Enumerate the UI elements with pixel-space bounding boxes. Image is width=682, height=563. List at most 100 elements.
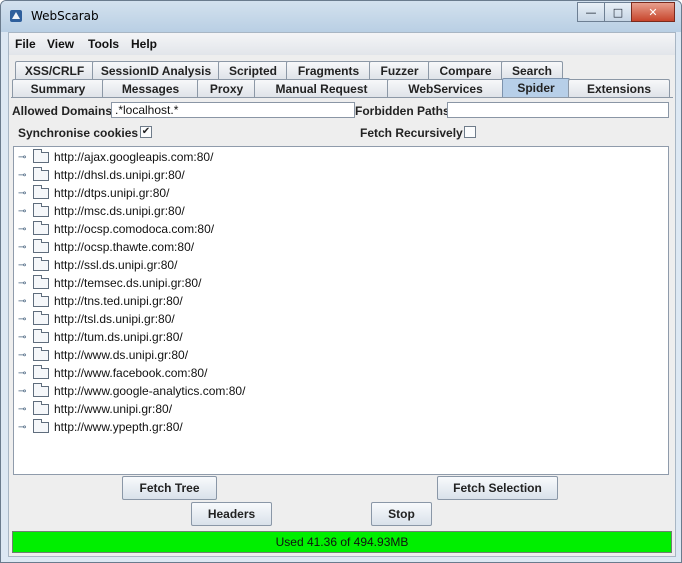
expand-handle-icon[interactable]: ⊸ <box>18 386 31 397</box>
tree-row[interactable]: ⊸ http://tns.ted.unipi.gr:80/ <box>18 292 183 310</box>
tree-row[interactable]: ⊸ http://www.unipi.gr:80/ <box>18 400 172 418</box>
expand-handle-icon[interactable]: ⊸ <box>18 242 31 253</box>
sync-cookies-label: Synchronise cookies <box>18 126 139 140</box>
tree-row-label: http://msc.ds.unipi.gr:80/ <box>54 204 185 218</box>
menu-file[interactable]: File <box>15 37 36 51</box>
folder-icon <box>33 364 49 379</box>
expand-handle-icon[interactable]: ⊸ <box>18 332 31 343</box>
tree-row[interactable]: ⊸ http://tum.ds.unipi.gr:80/ <box>18 328 183 346</box>
sync-cookies-checkbox[interactable]: ✔ <box>140 126 152 138</box>
tree-row[interactable]: ⊸ http://ajax.googleapis.com:80/ <box>18 148 213 166</box>
memory-usage-bar[interactable]: Used 41.36 of 494.93MB <box>12 531 672 553</box>
tree-row-label: http://tns.ted.unipi.gr:80/ <box>54 294 183 308</box>
headers-button[interactable]: Headers <box>191 502 272 526</box>
tree-row[interactable]: ⊸ http://dhsl.ds.unipi.gr:80/ <box>18 166 185 184</box>
tab-scripted[interactable]: Scripted <box>218 61 288 79</box>
tree-row[interactable]: ⊸ http://www.google-analytics.com:80/ <box>18 382 245 400</box>
tab-extensions[interactable]: Extensions <box>568 79 670 97</box>
expand-handle-icon[interactable]: ⊸ <box>18 278 31 289</box>
fetch-tree-button[interactable]: Fetch Tree <box>122 476 217 500</box>
title-bar[interactable]: WebScarab — □ ✕ <box>1 1 681 32</box>
tree-row-label: http://www.google-analytics.com:80/ <box>54 384 246 398</box>
expand-handle-icon[interactable]: ⊸ <box>18 188 31 199</box>
tree-row-label: http://temsec.ds.unipi.gr:80/ <box>54 276 202 290</box>
folder-icon <box>33 238 49 253</box>
tab-search[interactable]: Search <box>501 61 563 79</box>
folder-icon <box>33 328 49 343</box>
menu-help[interactable]: Help <box>131 37 157 51</box>
tab-webservices[interactable]: WebServices <box>387 79 504 97</box>
tab-fragments[interactable]: Fragments <box>286 61 371 79</box>
tree-row-label: http://www.facebook.com:80/ <box>54 366 208 380</box>
site-tree[interactable]: ⊸ http://ajax.googleapis.com:80/ ⊸ http://… <box>13 146 669 475</box>
tab-fuzzer[interactable]: Fuzzer <box>369 61 430 79</box>
folder-icon <box>33 346 49 361</box>
fetch-recursively-label: Fetch Recursively <box>360 126 463 140</box>
stop-button[interactable]: Stop <box>371 502 432 526</box>
folder-icon <box>33 220 49 235</box>
tab-proxy[interactable]: Proxy <box>197 79 256 97</box>
window-title: WebScarab <box>31 9 99 23</box>
tab-manual-request[interactable]: Manual Request <box>254 79 389 97</box>
folder-icon <box>33 166 49 181</box>
close-button[interactable]: ✕ <box>631 2 675 22</box>
tab-compare[interactable]: Compare <box>428 61 503 79</box>
menu-tools[interactable]: Tools <box>88 37 119 51</box>
folder-icon <box>33 418 49 433</box>
tree-row-label: http://tum.ds.unipi.gr:80/ <box>54 330 183 344</box>
folder-icon <box>33 148 49 163</box>
expand-handle-icon[interactable]: ⊸ <box>18 224 31 235</box>
expand-handle-icon[interactable]: ⊸ <box>18 170 31 181</box>
expand-handle-icon[interactable]: ⊸ <box>18 260 31 271</box>
tree-row[interactable]: ⊸ http://msc.ds.unipi.gr:80/ <box>18 202 185 220</box>
expand-handle-icon[interactable]: ⊸ <box>18 422 31 433</box>
tab-spider[interactable]: Spider <box>502 78 570 97</box>
tree-row-label: http://dtps.unipi.gr:80/ <box>54 186 170 200</box>
tab-summary[interactable]: Summary <box>12 79 104 97</box>
tree-row[interactable]: ⊸ http://tsl.ds.unipi.gr:80/ <box>18 310 175 328</box>
tree-row-label: http://www.ds.unipi.gr:80/ <box>54 348 189 362</box>
fetch-recursively-checkbox[interactable] <box>464 126 476 138</box>
expand-handle-icon[interactable]: ⊸ <box>18 314 31 325</box>
tab-xss-crlf[interactable]: XSS/CRLF <box>15 61 94 79</box>
tree-row[interactable]: ⊸ http://temsec.ds.unipi.gr:80/ <box>18 274 201 292</box>
tree-row-label: http://ocsp.thawte.com:80/ <box>54 240 195 254</box>
expand-handle-icon[interactable]: ⊸ <box>18 296 31 307</box>
allowed-domains-label: Allowed Domains <box>12 104 113 118</box>
folder-icon <box>33 184 49 199</box>
maximize-button[interactable]: □ <box>604 2 632 22</box>
tab-messages[interactable]: Messages <box>102 79 199 97</box>
tree-row[interactable]: ⊸ http://ocsp.comodoca.com:80/ <box>18 220 214 238</box>
tree-row-label: http://ssl.ds.unipi.gr:80/ <box>54 258 178 272</box>
expand-handle-icon[interactable]: ⊸ <box>18 152 31 163</box>
allowed-domains-field[interactable]: .*localhost.* <box>111 102 355 118</box>
tree-row[interactable]: ⊸ http://dtps.unipi.gr:80/ <box>18 184 169 202</box>
forbidden-paths-label: Forbidden Paths <box>355 104 450 118</box>
tab-sessionid-analysis[interactable]: SessionID Analysis <box>92 61 220 79</box>
folder-icon <box>33 382 49 397</box>
forbidden-paths-field[interactable] <box>447 102 669 118</box>
tree-row-label: http://dhsl.ds.unipi.gr:80/ <box>54 168 185 182</box>
tree-row-label: http://www.ypepth.gr:80/ <box>54 420 183 434</box>
folder-icon <box>33 274 49 289</box>
tree-row[interactable]: ⊸ http://ocsp.thawte.com:80/ <box>18 238 194 256</box>
expand-handle-icon[interactable]: ⊸ <box>18 368 31 379</box>
expand-handle-icon[interactable]: ⊸ <box>18 350 31 361</box>
expand-handle-icon[interactable]: ⊸ <box>18 206 31 217</box>
menu-view[interactable]: View <box>47 37 74 51</box>
folder-icon <box>33 202 49 217</box>
tree-row[interactable]: ⊸ http://www.ds.unipi.gr:80/ <box>18 346 188 364</box>
menu-bar: File View Tools Help <box>9 33 675 55</box>
tree-row-label: http://ocsp.comodoca.com:80/ <box>54 222 215 236</box>
folder-icon <box>33 400 49 415</box>
tree-row[interactable]: ⊸ http://www.ypepth.gr:80/ <box>18 418 183 436</box>
tree-row-label: http://ajax.googleapis.com:80/ <box>54 150 214 164</box>
folder-icon <box>33 292 49 307</box>
fetch-selection-button[interactable]: Fetch Selection <box>437 476 558 500</box>
tree-row[interactable]: ⊸ http://ssl.ds.unipi.gr:80/ <box>18 256 177 274</box>
minimize-button[interactable]: — <box>577 2 605 22</box>
webscarab-icon <box>9 9 23 23</box>
tab-divider <box>11 97 673 98</box>
expand-handle-icon[interactable]: ⊸ <box>18 404 31 415</box>
tree-row[interactable]: ⊸ http://www.facebook.com:80/ <box>18 364 207 382</box>
